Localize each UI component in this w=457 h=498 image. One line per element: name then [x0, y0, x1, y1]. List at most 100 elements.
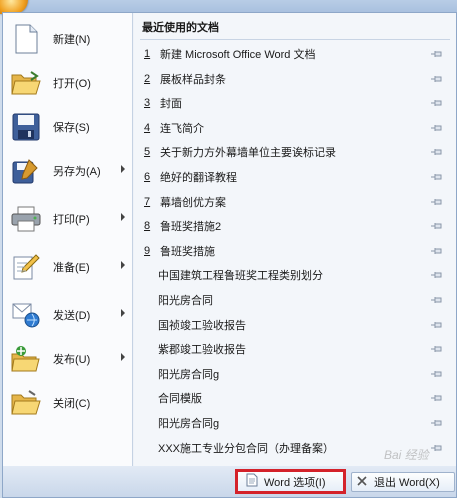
- submenu-arrow-icon: [121, 309, 125, 317]
- menu-item-open[interactable]: 打开(O): [7, 61, 129, 105]
- menu-item-label: 打印(P): [53, 214, 90, 226]
- printer-icon: [11, 204, 41, 234]
- recent-document-name: 新建 Microsoft Office Word 文档: [160, 49, 316, 61]
- recent-document-item[interactable]: 阳光房合同: [138, 288, 452, 312]
- pin-icon[interactable]: [430, 221, 444, 231]
- recent-document-name: 阳光房合同g: [158, 418, 220, 430]
- submenu-arrow-icon: [121, 213, 125, 221]
- menu-item-close[interactable]: 关闭(C): [7, 381, 129, 425]
- submenu-arrow-icon: [121, 353, 125, 361]
- menu-item-label: 另存为(A): [53, 166, 101, 178]
- menu-item-save-as[interactable]: 另存为(A): [7, 149, 129, 193]
- pin-icon[interactable]: [430, 98, 444, 108]
- pin-icon[interactable]: [430, 393, 444, 403]
- recent-document-item[interactable]: 1 新建 Microsoft Office Word 文档: [138, 42, 452, 66]
- recent-document-number: 3: [144, 97, 151, 110]
- pin-icon[interactable]: [430, 443, 444, 453]
- pin-icon[interactable]: [430, 172, 444, 182]
- menu-item-label: 发布(U): [53, 354, 91, 366]
- pin-icon[interactable]: [430, 344, 444, 354]
- recent-document-item[interactable]: 阳光房合同g: [138, 362, 452, 386]
- recent-document-item[interactable]: 中国建筑工程鲁班奖工程类别划分: [138, 263, 452, 287]
- recent-document-item[interactable]: 4 连飞简介: [138, 116, 452, 140]
- command-column: 新建(N) 打开(O) 保存(S) 另存为(A) 打印(P) 准备(E) 发送(…: [3, 13, 133, 467]
- menu-item-save[interactable]: 保存(S): [7, 105, 129, 149]
- menu-item-label: 新建(N): [53, 34, 91, 46]
- recent-document-name: 国祯竣工验收报告: [158, 319, 246, 332]
- recent-document-number: 9: [144, 244, 151, 257]
- recent-document-item[interactable]: 2 展板样品封条: [138, 67, 452, 91]
- pin-icon[interactable]: [430, 320, 444, 330]
- recent-document-name: XXX施工专业分包合同（办理备案）: [158, 442, 335, 455]
- menu-item-send[interactable]: 发送(D): [7, 293, 129, 337]
- recent-document-name: 合同模版: [158, 393, 202, 406]
- exit-word-button[interactable]: 退出 Word(X): [351, 472, 455, 492]
- send-icon: [11, 300, 41, 330]
- pin-icon[interactable]: [430, 74, 444, 84]
- pin-icon[interactable]: [430, 270, 444, 280]
- recent-document-name: 连飞简介: [160, 122, 204, 135]
- watermark-logo: Bai 经验: [384, 448, 429, 462]
- menu-item-label: 发送(D): [53, 310, 91, 322]
- recent-document-number: 8: [144, 220, 151, 233]
- pin-icon[interactable]: [430, 369, 444, 379]
- recent-document-name: 阳光房合同g: [158, 368, 220, 381]
- menu-item-label: 准备(E): [53, 262, 90, 274]
- divider: [140, 39, 450, 40]
- recent-document-number: 4: [144, 121, 151, 134]
- menu-item-new[interactable]: 新建(N): [7, 17, 129, 61]
- pin-icon[interactable]: [430, 147, 444, 157]
- recent-document-number: 7: [144, 195, 151, 208]
- recent-documents-title: 最近使用的文档: [142, 22, 219, 34]
- recent-document-number: 1: [144, 48, 151, 60]
- menu-item-label: 保存(S): [53, 122, 90, 134]
- pin-icon[interactable]: [430, 418, 444, 428]
- recent-document-item[interactable]: 5 关于新力方外幕墙单位主要诶标记录: [138, 140, 452, 164]
- submenu-arrow-icon: [121, 165, 125, 173]
- pin-icon[interactable]: [430, 197, 444, 207]
- pin-icon[interactable]: [430, 295, 444, 305]
- word-options-label: Word 选项(I): [264, 476, 326, 489]
- recent-document-name: 幕墙创优方案: [160, 196, 226, 209]
- menu-item-publish[interactable]: 发布(U): [7, 337, 129, 381]
- recent-document-item[interactable]: 紫郡竣工验收报告: [138, 337, 452, 361]
- recent-document-item[interactable]: 合同模版: [138, 386, 452, 410]
- recent-document-item[interactable]: 阳光房合同g: [138, 411, 452, 435]
- menu-item-label: 打开(O): [53, 78, 91, 90]
- save-as-icon: [11, 156, 41, 186]
- office-menu: 新建(N) 打开(O) 保存(S) 另存为(A) 打印(P) 准备(E) 发送(…: [2, 12, 457, 468]
- recent-document-item[interactable]: 7 幕墙创优方案: [138, 190, 452, 214]
- close-folder-icon: [11, 388, 41, 418]
- prepare-pencil-icon: [11, 252, 41, 282]
- word-options-button[interactable]: Word 选项(I): [235, 469, 346, 494]
- open-folder-icon: [11, 68, 41, 98]
- close-x-icon: [356, 475, 368, 490]
- pin-icon[interactable]: [430, 123, 444, 133]
- menu-item-print[interactable]: 打印(P): [7, 197, 129, 241]
- save-disk-icon: [11, 112, 41, 142]
- recent-document-name: 关于新力方外幕墙单位主要诶标记录: [160, 147, 336, 160]
- menu-item-prepare[interactable]: 准备(E): [7, 245, 129, 289]
- publish-folder-icon: [11, 344, 41, 374]
- exit-word-label: 退出 Word(X): [374, 477, 440, 489]
- title-bar-strip: [0, 0, 457, 12]
- recent-document-item[interactable]: 8 鲁班奖措施2: [138, 214, 452, 238]
- menu-item-label: 关闭(C): [53, 398, 91, 410]
- recent-document-name: 中国建筑工程鲁班奖工程类别划分: [158, 270, 323, 283]
- recent-document-item[interactable]: 9 鲁班奖措施: [138, 239, 452, 263]
- recent-document-item[interactable]: 6 绝好的翻译教程: [138, 165, 452, 189]
- recent-document-name: 鲁班奖措施2: [160, 221, 222, 234]
- pin-icon[interactable]: [430, 49, 444, 59]
- recent-document-item[interactable]: 3 封面: [138, 91, 452, 115]
- recent-documents-panel: 最近使用的文档 1 新建 Microsoft Office Word 文档 2 展板样…: [134, 13, 456, 467]
- recent-document-item[interactable]: 国祯竣工验收报告: [138, 313, 452, 337]
- recent-document-name: 鲁班奖措施: [160, 245, 215, 258]
- recent-document-number: 6: [144, 171, 151, 183]
- recent-document-name: 阳光房合同: [158, 295, 213, 307]
- recent-document-number: 2: [144, 72, 151, 85]
- recent-document-number: 5: [144, 146, 151, 159]
- recent-document-name: 绝好的翻译教程: [160, 172, 237, 184]
- pin-icon[interactable]: [430, 246, 444, 256]
- options-document-icon: [246, 473, 258, 490]
- recent-document-name: 封面: [160, 98, 182, 111]
